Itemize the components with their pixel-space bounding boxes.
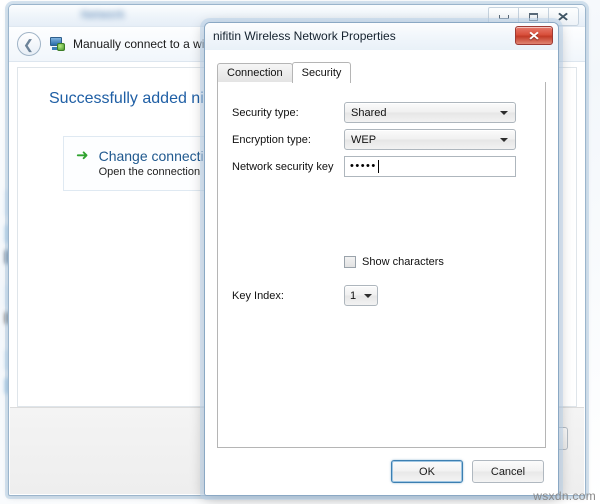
security-type-value: Shared (351, 106, 387, 119)
close-icon: ✕ (527, 28, 541, 43)
change-connection-subtitle: Open the connection (98, 166, 201, 178)
encryption-type-label: Encryption type: (232, 133, 311, 146)
security-tab-panel: Security type: Shared Encryption type: W… (217, 82, 546, 448)
maximize-icon (529, 12, 538, 21)
security-type-row: Security type: Shared (232, 102, 531, 123)
show-characters-label: Show characters (362, 256, 444, 268)
minimize-icon (498, 14, 509, 19)
chevron-down-icon (500, 137, 508, 142)
close-icon: ✕ (557, 9, 570, 24)
background-window-title: Network (81, 9, 125, 21)
network-security-key-row: Network security key ••••• (232, 156, 531, 177)
key-index-dropdown[interactable]: 1 (344, 285, 378, 306)
tab-security[interactable]: Security (291, 62, 352, 83)
watermark: wsxdn.com (533, 489, 596, 503)
security-type-label: Security type: (232, 106, 299, 119)
back-arrow-icon: ❮ (23, 36, 34, 52)
key-index-label: Key Index: (232, 289, 284, 302)
show-characters-row[interactable]: Show characters (344, 256, 444, 268)
dialog-titlebar: nifitin Wireless Network Properties ✕ (205, 23, 558, 51)
text-cursor (377, 160, 379, 173)
network-security-key-input[interactable]: ••••• (344, 156, 516, 177)
ok-button[interactable]: OK (391, 460, 463, 483)
encryption-type-row: Encryption type: WEP (232, 129, 531, 150)
chevron-down-icon (364, 293, 372, 298)
wizard-title: Manually connect to a wirel (73, 37, 218, 51)
arrow-right-icon: ➜ (76, 147, 89, 164)
tabstrip: Connection Security (217, 62, 546, 83)
wireless-network-properties-dialog: nifitin Wireless Network Properties ✕ Co… (204, 22, 559, 496)
dialog-close-button[interactable]: ✕ (515, 26, 553, 45)
show-characters-checkbox[interactable] (344, 256, 356, 268)
dialog-buttons: OK Cancel (391, 460, 544, 483)
encryption-type-value: WEP (351, 133, 377, 146)
chevron-down-icon (500, 110, 508, 115)
dialog-title: nifitin Wireless Network Properties (213, 29, 396, 43)
change-connection-title: Change connecti (98, 148, 204, 164)
cancel-button[interactable]: Cancel (472, 460, 544, 483)
tab-connection[interactable]: Connection (217, 63, 293, 82)
encryption-type-dropdown[interactable]: WEP (344, 129, 516, 150)
network-security-key-value: ••••• (350, 160, 377, 172)
key-index-row: Key Index: 1 (232, 285, 531, 306)
key-index-value: 1 (350, 289, 357, 302)
back-button[interactable]: ❮ (17, 32, 41, 56)
security-type-dropdown[interactable]: Shared (344, 102, 516, 123)
network-security-key-label: Network security key (232, 160, 334, 173)
dialog-body: Connection Security Security type: Share… (205, 50, 558, 495)
wireless-network-icon (50, 36, 66, 52)
